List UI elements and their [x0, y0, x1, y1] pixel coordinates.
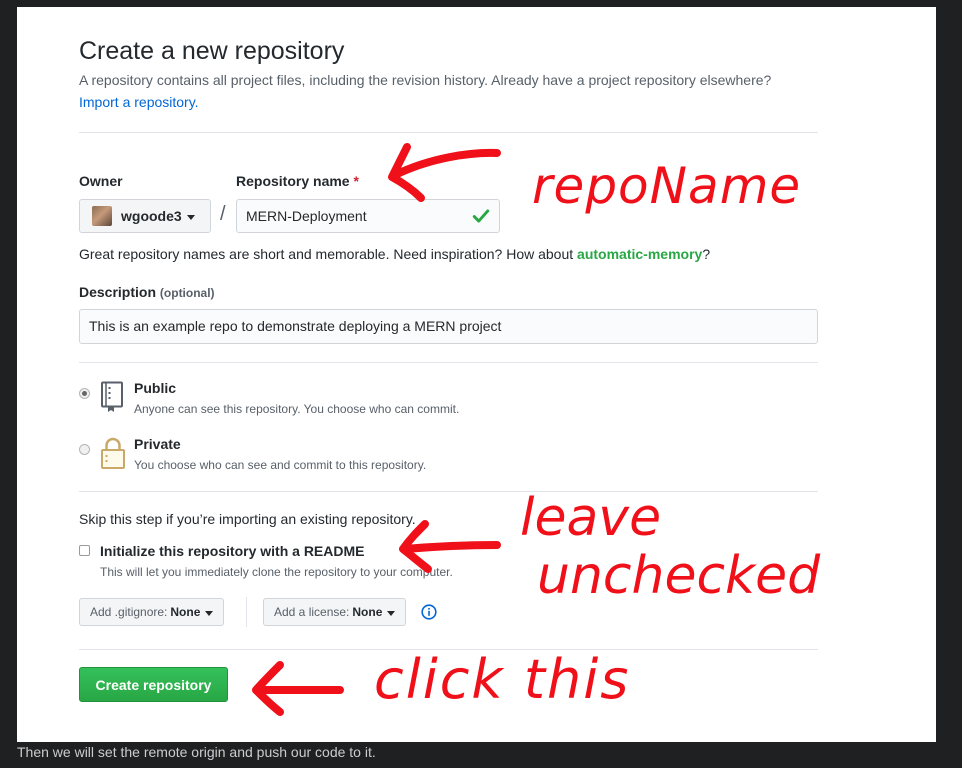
gitignore-label: Add .gitignore:: [90, 605, 168, 619]
repository-name-input[interactable]: MERN-Deployment: [236, 199, 500, 233]
name-hint-end: ?: [702, 246, 711, 262]
description-label-text: Description: [79, 284, 157, 300]
private-option-title: Private: [134, 436, 181, 452]
license-label: Add a license:: [274, 605, 350, 619]
description-input[interactable]: This is an example repo to demonstrate d…: [79, 309, 818, 344]
readme-checkbox[interactable]: [79, 545, 90, 556]
annotation-repo-name: repoName: [532, 157, 802, 215]
skip-note: Skip this step if you’re importing an ex…: [79, 511, 416, 527]
button-separator: [246, 597, 247, 627]
description-label: Description (optional): [79, 284, 215, 300]
repo-name-label-text: Repository name: [236, 173, 350, 189]
chevron-down-icon: [186, 214, 195, 220]
screenshot-panel: Create a new repository A repository con…: [17, 7, 936, 742]
annotation-leave: leave: [520, 488, 662, 548]
page-title: Create a new repository: [79, 37, 345, 65]
license-value: None: [352, 605, 383, 619]
lock-icon: [101, 437, 125, 469]
divider: [79, 362, 818, 363]
owner-select[interactable]: wgoode3: [79, 199, 211, 233]
import-repository-link[interactable]: Import a repository.: [79, 94, 199, 110]
chevron-down-icon: [387, 610, 396, 616]
optional-tag: (optional): [159, 286, 215, 300]
page-caption: Then we will set the remote origin and p…: [17, 744, 376, 760]
annotation-unchecked: unchecked: [537, 546, 821, 606]
checkmark-icon: [472, 209, 490, 223]
repo-book-icon: [101, 381, 123, 412]
required-marker: *: [353, 173, 359, 189]
owner-label: Owner: [79, 173, 123, 189]
info-icon[interactable]: [421, 604, 437, 620]
owner-name: wgoode3: [121, 208, 182, 224]
annotation-click-this: click this: [374, 648, 631, 711]
name-hint: Great repository names are short and mem…: [79, 246, 710, 262]
owner-repo-separator: /: [220, 203, 226, 225]
repo-name-label: Repository name *: [236, 173, 359, 189]
license-select[interactable]: Add a license: None: [263, 598, 407, 626]
public-radio[interactable]: [79, 388, 90, 399]
gitignore-select[interactable]: Add .gitignore: None: [79, 598, 225, 626]
divider: [79, 132, 818, 133]
chevron-down-icon: [205, 610, 214, 616]
public-option-title: Public: [134, 380, 177, 396]
page-subtitle: A repository contains all project files,…: [79, 72, 772, 88]
gitignore-value: None: [170, 605, 201, 619]
public-option-desc: Anyone can see this repository. You choo…: [134, 402, 460, 416]
readme-option-title: Initialize this repository with a README: [100, 543, 365, 559]
private-radio[interactable]: [79, 444, 90, 455]
name-hint-text: Great repository names are short and mem…: [79, 246, 578, 262]
name-suggestion[interactable]: automatic-memory: [577, 246, 702, 262]
create-repository-button[interactable]: Create repository: [79, 667, 228, 702]
avatar: [92, 206, 112, 226]
private-option-desc: You choose who can see and commit to thi…: [134, 458, 427, 472]
divider: [79, 491, 818, 492]
readme-option-desc: This will let you immediately clone the …: [100, 565, 453, 579]
